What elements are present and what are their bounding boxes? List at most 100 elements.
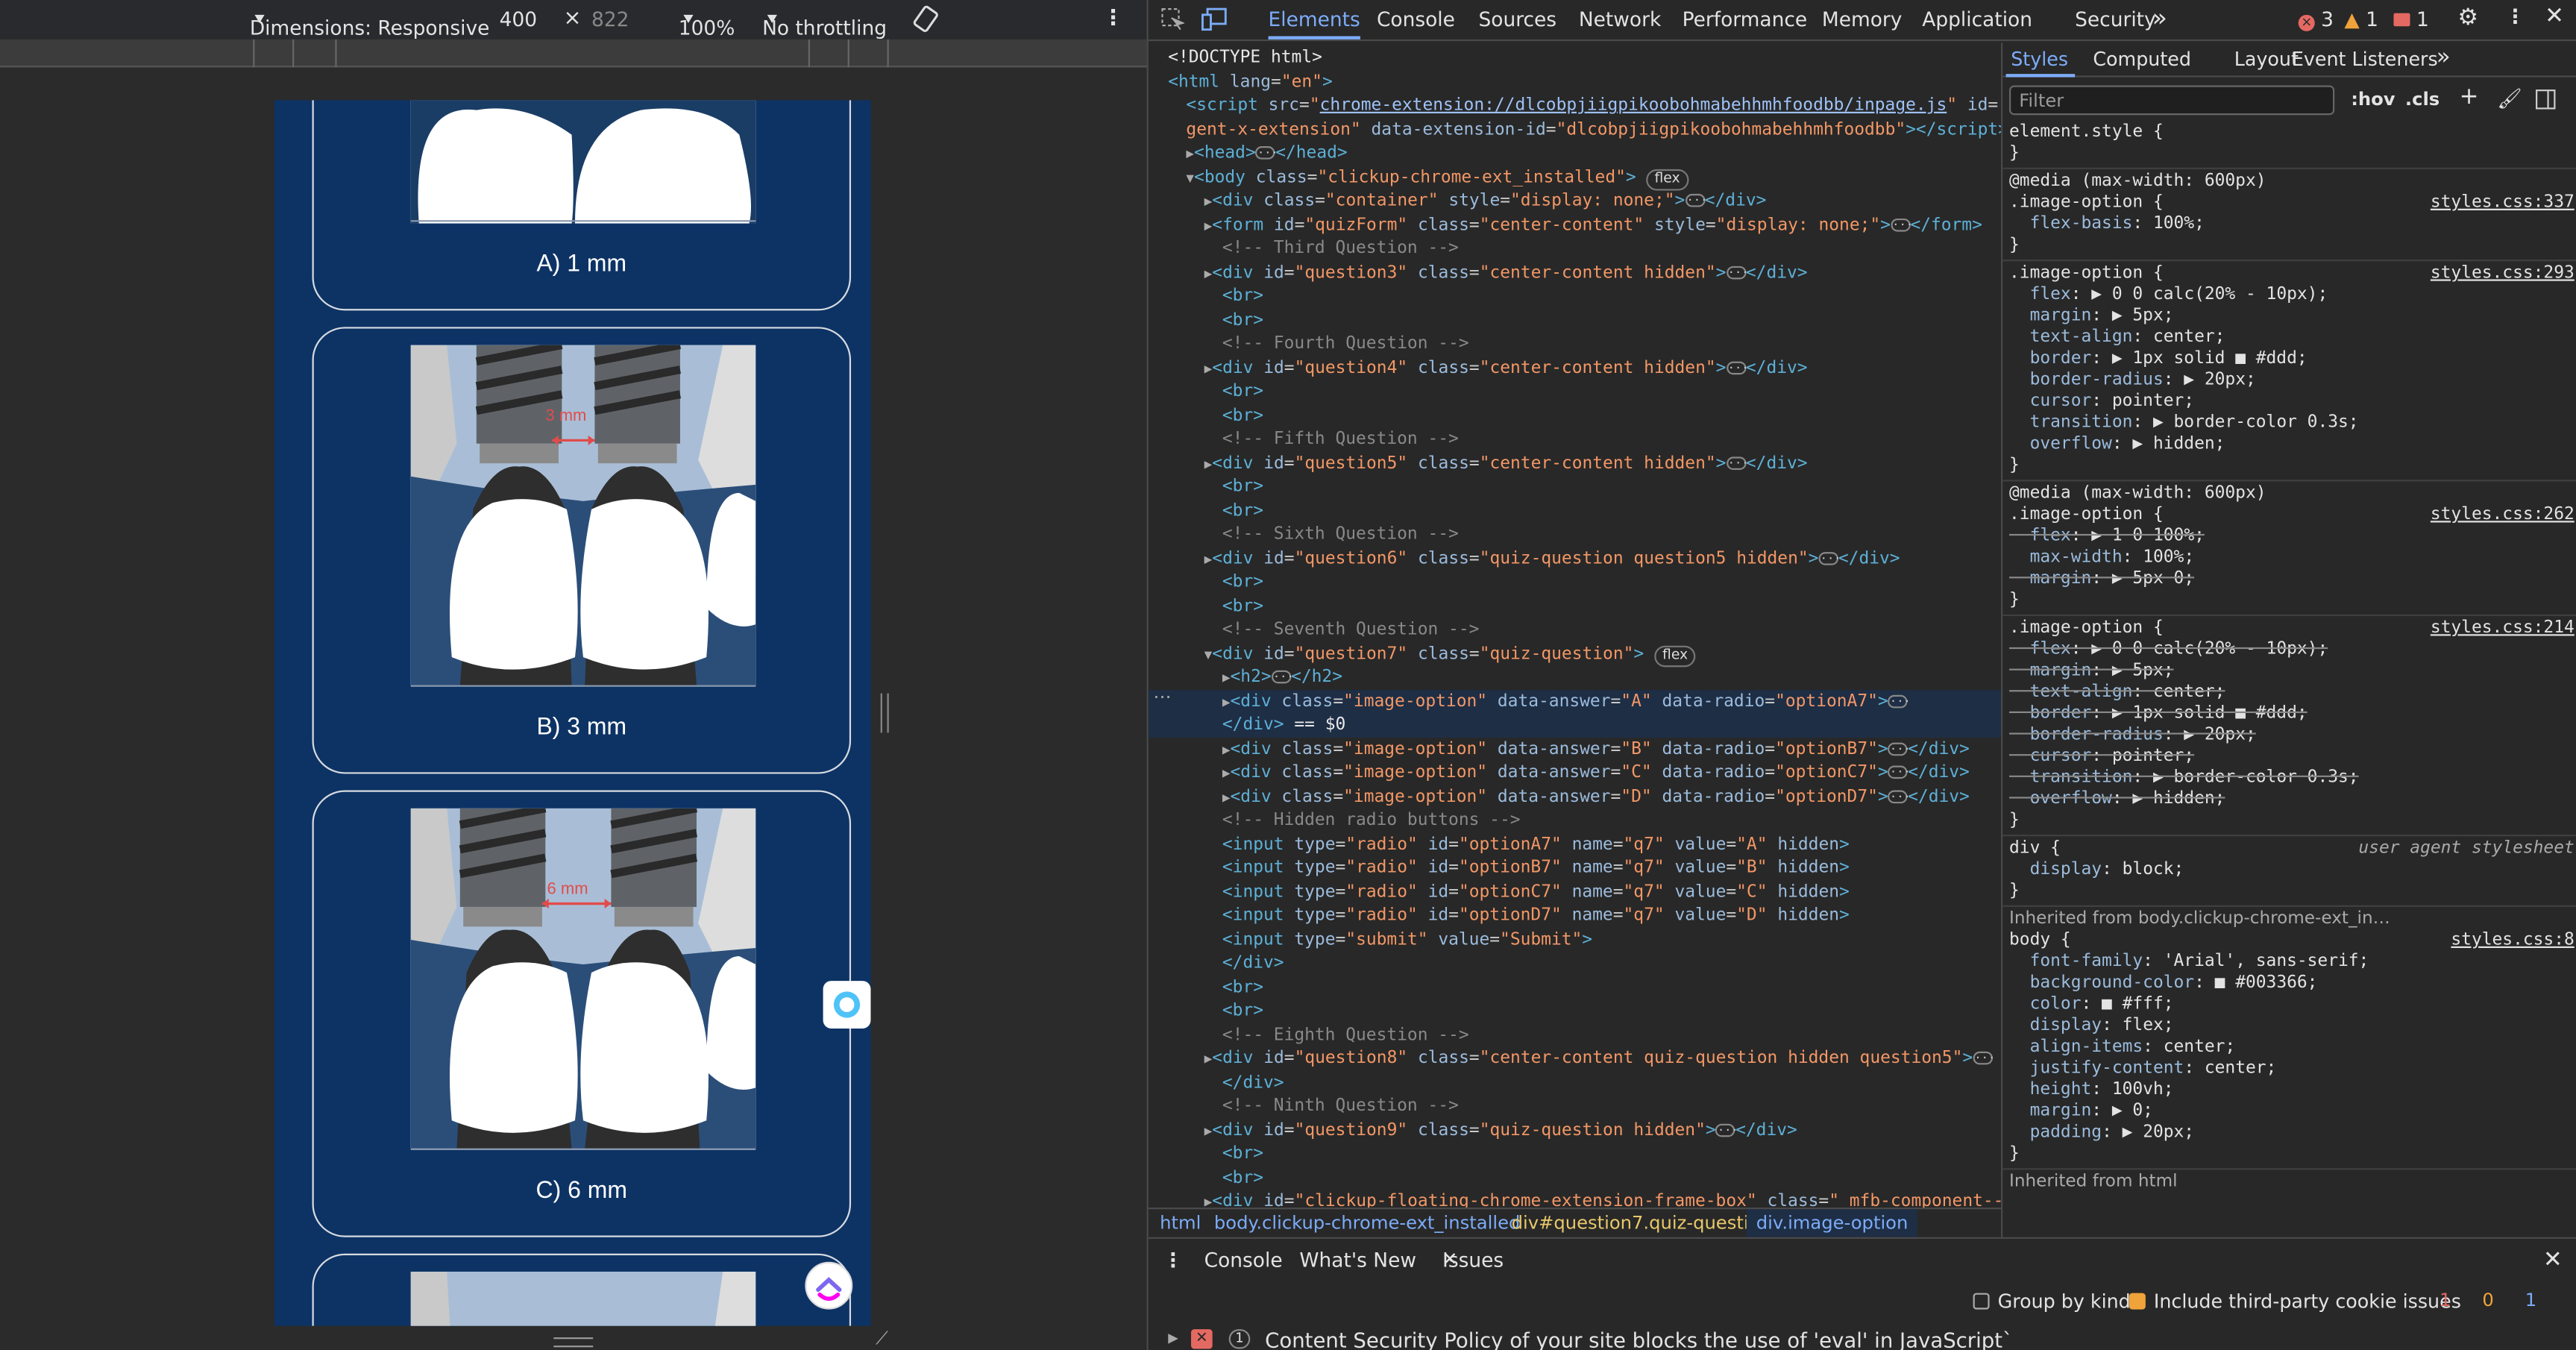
- style-declaration[interactable]: cursor: pointer;: [2009, 746, 2195, 765]
- ruler-segment[interactable]: [810, 39, 849, 68]
- style-declaration[interactable]: overflow: ▶ hidden;: [2009, 434, 2225, 453]
- dom-node-line[interactable]: <br>: [1149, 404, 2001, 428]
- color-format-icon[interactable]: 🖌: [2497, 87, 2522, 110]
- style-declaration[interactable]: margin: ▶ 5px 0;: [2009, 568, 2195, 588]
- style-declaration[interactable]: cursor: pointer;: [2009, 391, 2195, 410]
- dom-node-line[interactable]: </div>: [1149, 1070, 2001, 1095]
- dom-node-line[interactable]: ▼<body class="clickup-chrome-ext_install…: [1149, 165, 2001, 190]
- tab-application[interactable]: Application: [1922, 8, 2032, 31]
- settings-gear-icon[interactable]: ⚙: [2457, 5, 2478, 31]
- issue-count-badge[interactable]: 1: [2393, 8, 2429, 31]
- style-declaration[interactable]: transition: ▶ border-color 0.3s;: [2009, 767, 2359, 787]
- dom-node-line[interactable]: ▶<div id="question9" class="quiz-questio…: [1149, 1118, 2001, 1143]
- dom-node-line[interactable]: ▶<div id="question4" class="center-conte…: [1149, 356, 2001, 380]
- tab-layout[interactable]: Layout: [2234, 48, 2299, 71]
- style-declaration[interactable]: align-items: center;: [2009, 1037, 2236, 1056]
- style-declaration[interactable]: background-color: ■ #003366;: [2009, 973, 2318, 992]
- dom-node-line[interactable]: ▶<div class="container" style="display: …: [1149, 189, 2001, 213]
- dom-node-line[interactable]: ▶<div class="image-option" data-answer="…: [1149, 761, 2001, 785]
- dom-node-line[interactable]: ▶<div id="question8" class="center-conte…: [1149, 1046, 2001, 1071]
- more-options-icon[interactable]: ⋮: [1102, 7, 1124, 31]
- breadcrumb-item-selected[interactable]: div.image-option: [1746, 1209, 1918, 1237]
- resize-handle[interactable]: [880, 693, 889, 733]
- more-tabs-icon[interactable]: »: [2152, 3, 2167, 33]
- style-declaration[interactable]: border-radius: ▶ 20px;: [2009, 370, 2256, 389]
- style-declaration[interactable]: text-align: center;: [2009, 327, 2225, 346]
- corner-resize-icon[interactable]: ⟋: [876, 1328, 888, 1350]
- ruler-segment[interactable]: [294, 39, 337, 68]
- dom-node-line[interactable]: <br>: [1149, 1142, 2001, 1167]
- error-count-badge[interactable]: × 3: [2298, 8, 2334, 31]
- dom-node-line[interactable]: <!-- Fifth Question -->: [1149, 427, 2001, 452]
- toggle-sidebar-icon[interactable]: [2535, 86, 2557, 117]
- dom-node-line[interactable]: ▶<div id="question5" class="center-conte…: [1149, 451, 2001, 476]
- style-declaration[interactable]: flex: ▶ 0 0 calc(20% - 10px);: [2009, 284, 2328, 304]
- style-declaration[interactable]: justify-content: center;: [2009, 1058, 2277, 1078]
- dom-node-line[interactable]: <script src="chrome-extension://dlcobpji…: [1149, 94, 2001, 119]
- style-declaration[interactable]: overflow: ▶ hidden;: [2009, 788, 2225, 808]
- style-declaration[interactable]: height: 100vh;: [2009, 1079, 2174, 1099]
- width-input[interactable]: 400: [500, 8, 537, 31]
- dom-node-line[interactable]: </div>: [1149, 951, 2001, 976]
- ruler-segment[interactable]: [849, 39, 889, 68]
- dom-node-line[interactable]: <!-- Hidden radio buttons -->: [1149, 809, 2001, 833]
- style-source-link[interactable]: styles.css:337: [2431, 192, 2575, 212]
- dom-node-line[interactable]: <br>: [1149, 570, 2001, 594]
- breadcrumb-item[interactable]: body.clickup-chrome-ext_installed: [1214, 1213, 1521, 1234]
- dom-node-line[interactable]: <br>: [1149, 308, 2001, 333]
- style-declaration[interactable]: margin: ▶ 0;: [2009, 1101, 2153, 1120]
- breadcrumb-item[interactable]: html: [1160, 1213, 1201, 1234]
- image-option-b[interactable]: 3 mm B) 3 mm: [312, 327, 852, 774]
- device-toggle-icon[interactable]: [1201, 7, 1227, 37]
- style-source-link[interactable]: styles.css:293: [2431, 263, 2575, 282]
- dom-node-line[interactable]: ▶<div class="image-option" data-answer="…: [1148, 689, 2002, 715]
- hov-toggle[interactable]: :hov: [2351, 89, 2395, 110]
- dom-node-line[interactable]: <br>: [1149, 975, 2001, 999]
- tab-event-listeners[interactable]: Event Listeners: [2292, 48, 2438, 71]
- image-option-c[interactable]: 6 mm C) 6 mm: [312, 790, 852, 1237]
- drawer-tab-whats-new[interactable]: What's New: [1299, 1249, 1416, 1272]
- ruler-segment[interactable]: [0, 39, 255, 68]
- dom-node-line[interactable]: ▶<div id="clickup-floating-chrome-extens…: [1149, 1190, 2001, 1208]
- dom-node-line[interactable]: </div> == $0: [1148, 713, 2002, 738]
- style-declaration[interactable]: font-family: 'Arial', sans-serif;: [2009, 951, 2369, 970]
- expand-issue-icon[interactable]: ▶: [1168, 1331, 1178, 1346]
- tab-memory[interactable]: Memory: [1822, 8, 1903, 31]
- drawer-menu-icon[interactable]: ⋮: [1163, 1249, 1183, 1272]
- close-drawer-icon[interactable]: ✕: [2543, 1247, 2563, 1273]
- style-declaration[interactable]: flex: ▶ 1 0 100%;: [2009, 526, 2205, 545]
- styles-filter-input[interactable]: Filter: [2009, 85, 2335, 116]
- dom-node-line[interactable]: <!-- Fourth Question -->: [1149, 332, 2001, 357]
- more-tabs-icon[interactable]: »: [2437, 44, 2451, 70]
- zoom-select[interactable]: 100%: [679, 8, 735, 40]
- dom-node-line[interactable]: <br>: [1149, 999, 2001, 1023]
- dom-node-line[interactable]: <br>: [1149, 475, 2001, 500]
- dom-node-line[interactable]: <!DOCTYPE html>: [1149, 46, 2001, 71]
- tab-sources[interactable]: Sources: [1479, 8, 1557, 31]
- ellipsis-icon[interactable]: …: [1153, 682, 1171, 703]
- style-declaration[interactable]: display: block;: [2009, 859, 2184, 879]
- dom-node-line[interactable]: <!-- Eighth Question -->: [1149, 1023, 2001, 1047]
- dom-node-line[interactable]: <!-- Seventh Question -->: [1149, 618, 2001, 642]
- dom-node-line[interactable]: ▶<head> ···</head>: [1149, 141, 2001, 166]
- inspect-element-icon[interactable]: [1160, 7, 1186, 37]
- dom-node-line[interactable]: <!-- Third Question -->: [1149, 236, 2001, 261]
- style-declaration[interactable]: flex-basis: 100%;: [2009, 213, 2205, 233]
- resize-handle-bottom[interactable]: [553, 1337, 594, 1348]
- style-declaration[interactable]: color: ■ #fff;: [2009, 994, 2174, 1014]
- dom-node-line[interactable]: ▶<div id="question3" class="center-conte…: [1149, 260, 2001, 285]
- tab-network[interactable]: Network: [1579, 8, 1661, 31]
- style-source-link[interactable]: styles.css:8: [2451, 930, 2574, 949]
- cls-toggle[interactable]: .cls: [2405, 89, 2440, 110]
- style-declaration[interactable]: transition: ▶ border-color 0.3s;: [2009, 412, 2359, 432]
- new-style-rule-icon[interactable]: +: [2460, 84, 2479, 110]
- style-declaration[interactable]: border-radius: ▶ 20px;: [2009, 724, 2256, 744]
- style-declaration[interactable]: max-width: 100%;: [2009, 547, 2195, 567]
- style-declaration[interactable]: margin: ▶ 5px;: [2009, 661, 2174, 680]
- dom-node-line[interactable]: <input type="submit" value="Submit">: [1149, 927, 2001, 952]
- issue-text[interactable]: Content Security Policy of your site blo…: [1265, 1328, 2013, 1350]
- dom-node-line[interactable]: ▶<form id="quizForm" class="center-conte…: [1149, 213, 2001, 237]
- dom-node-line[interactable]: ▼<div id="question7" class="quiz-questio…: [1149, 641, 2001, 667]
- tab-security[interactable]: Security: [2075, 8, 2156, 31]
- dom-node-line[interactable]: ▶<h2> ···</h2>: [1149, 665, 2001, 690]
